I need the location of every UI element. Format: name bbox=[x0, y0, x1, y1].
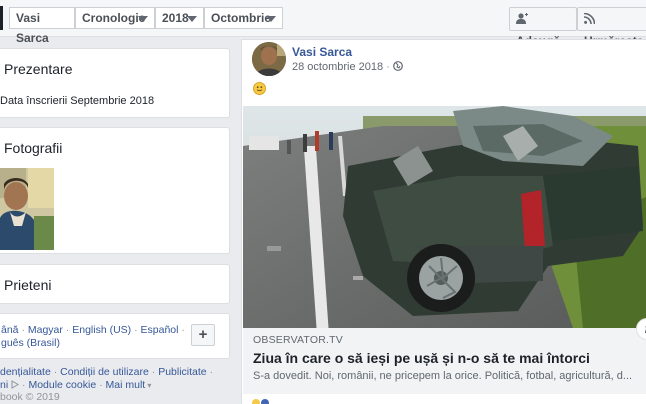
photos-card: Fotografii bbox=[0, 127, 230, 254]
joined-date: Data înscrierii Septembrie 2018 bbox=[0, 95, 155, 107]
avatar-image bbox=[252, 42, 286, 76]
footer-links-line2: ni · Module cookie · Mai mult ▾ bbox=[0, 379, 152, 391]
section-label: Cronologie bbox=[82, 11, 146, 25]
language-link[interactable]: Español bbox=[141, 324, 179, 336]
globe-icon[interactable] bbox=[393, 61, 403, 71]
adchoices-link[interactable]: ni bbox=[0, 379, 8, 391]
profile-name-label: Vasi Sarca bbox=[16, 11, 49, 45]
post-link-image[interactable] bbox=[243, 106, 646, 328]
add-language-button[interactable]: + bbox=[191, 324, 215, 346]
link-description: S-a dovedit. Noi, românii, ne pricepem l… bbox=[253, 370, 633, 382]
adchoices-icon bbox=[11, 380, 20, 389]
link-preview[interactable]: OBSERVATOR.TV Ziua în care o să ieși pe … bbox=[243, 328, 646, 394]
privacy-link[interactable]: dențialitate bbox=[0, 366, 51, 378]
photos-title[interactable]: Fotografii bbox=[4, 140, 62, 156]
chevron-down-icon bbox=[138, 16, 148, 22]
intro-card: Prezentare Data înscrierii Septembrie 20… bbox=[0, 48, 230, 118]
author-avatar[interactable] bbox=[252, 42, 286, 76]
post-author[interactable]: Vasi Sarca bbox=[292, 45, 352, 59]
profile-name-button[interactable]: Vasi Sarca bbox=[9, 7, 75, 45]
chevron-down-icon bbox=[187, 16, 197, 22]
more-caret-icon: ▾ bbox=[145, 381, 152, 390]
post-meta: 28 octombrie 2018 · bbox=[292, 61, 403, 73]
rss-icon bbox=[583, 12, 596, 25]
photo-thumbnail[interactable] bbox=[0, 168, 54, 250]
terms-link[interactable]: Condiții de utilizare bbox=[60, 366, 149, 378]
language-link[interactable]: English (US) bbox=[72, 324, 131, 336]
copyright: book © 2019 bbox=[0, 391, 60, 403]
month-dropdown[interactable]: Octombrie bbox=[204, 7, 283, 29]
follow-button[interactable]: Urmărește bbox=[577, 7, 646, 48]
intro-title: Prezentare bbox=[4, 61, 73, 77]
post-date[interactable]: 28 octombrie 2018 bbox=[292, 61, 383, 73]
section-dropdown[interactable]: Cronologie bbox=[75, 7, 155, 29]
timeline-navigation-bar: Vasi Sarca Cronologie 2018 Octombrie Ada… bbox=[0, 0, 646, 48]
chevron-down-icon bbox=[266, 16, 276, 22]
friends-card: Prieteni bbox=[0, 264, 230, 304]
smile-emoji-icon bbox=[253, 82, 266, 95]
add-friend-icon bbox=[516, 13, 528, 24]
footer-links-line1: dențialitate · Condiții de utilizare · P… bbox=[0, 366, 214, 378]
edge-divider bbox=[0, 6, 3, 30]
profile-photo-image bbox=[0, 168, 54, 250]
friends-title[interactable]: Prieteni bbox=[4, 277, 51, 293]
advertising-link[interactable]: Publicitate bbox=[158, 366, 206, 378]
reaction-like-icon bbox=[261, 399, 270, 404]
add-friend-button[interactable]: Adaugă bbox=[509, 7, 577, 48]
reactions-row[interactable] bbox=[252, 396, 286, 404]
language-link[interactable]: guês (Brasil) bbox=[1, 337, 60, 349]
languages-card: ână · Magyar · English (US) · Español · … bbox=[0, 313, 230, 359]
link-domain: OBSERVATOR.TV bbox=[253, 334, 343, 346]
year-dropdown[interactable]: 2018 bbox=[155, 7, 204, 29]
link-title[interactable]: Ziua în care o să ieși pe ușă și n-o să … bbox=[253, 350, 590, 366]
language-list: ână · Magyar · English (US) · Español · bbox=[1, 324, 185, 336]
reaction-haha-icon bbox=[252, 399, 260, 404]
month-label: Octombrie bbox=[211, 11, 272, 25]
cookies-link[interactable]: Module cookie bbox=[28, 379, 96, 391]
year-label: 2018 bbox=[162, 11, 189, 25]
language-link[interactable]: Magyar bbox=[28, 324, 63, 336]
more-link[interactable]: Mai mult bbox=[106, 379, 146, 391]
crashed-car-photo bbox=[243, 106, 646, 328]
timeline-post: Vasi Sarca 28 octombrie 2018 · OBSERVATO… bbox=[241, 39, 646, 404]
language-link[interactable]: ână bbox=[1, 324, 19, 336]
